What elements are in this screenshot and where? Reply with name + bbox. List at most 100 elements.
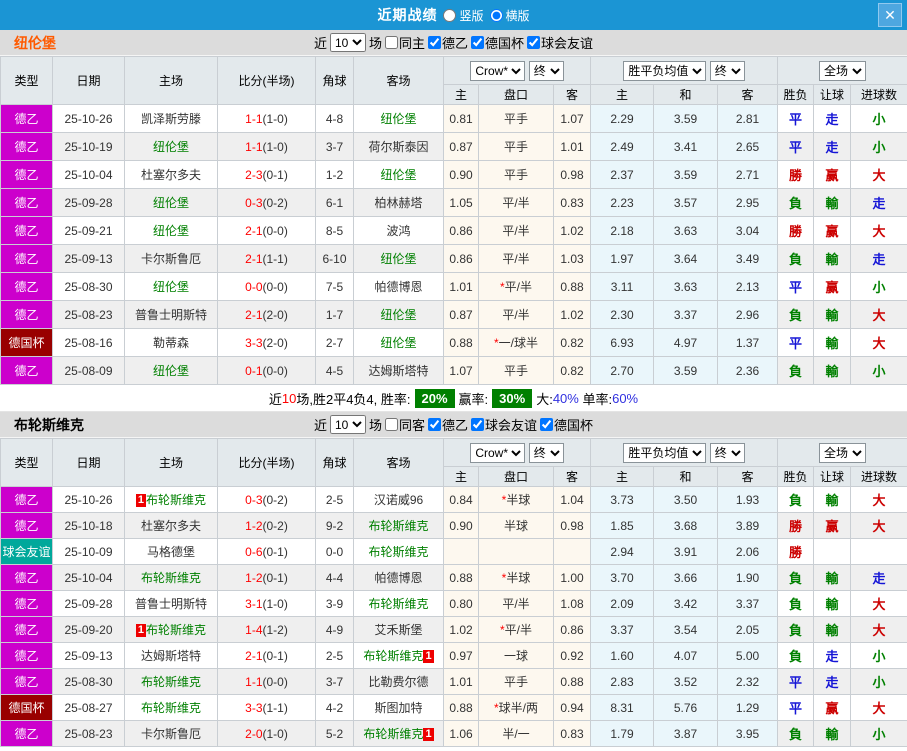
handicap-value: 平/半 [502, 196, 530, 210]
handicap-cell: 平手 [478, 356, 554, 385]
scope-select[interactable]: 全场 [819, 442, 867, 463]
summary-text: 近 [268, 391, 282, 407]
goals-result-cell: 大 [850, 512, 907, 539]
league-checkbox[interactable] [471, 36, 485, 49]
handicap-cell: 平手 [478, 160, 554, 189]
horizontal-radio[interactable] [489, 8, 503, 22]
home-team-name: 纽伦堡 [152, 224, 189, 238]
match-row: 德乙 25-09-28 普鲁士明斯特 3-1(1-0) 3-9 布轮斯维克 0.80 平/半 1… [0, 590, 907, 617]
sub-col-result: 胜负 [777, 466, 815, 487]
corner-cell: 4-2 [315, 694, 354, 721]
match-date: 25-10-04 [52, 564, 125, 591]
match-row: 德乙 25-08-09 纽伦堡 0-1(0-0) 4-5 达姆斯塔特 1.07 平手 0.82 2… [0, 356, 907, 385]
same-venue-option[interactable]: 同客 [384, 415, 425, 434]
league-filter-option[interactable]: 球会友谊 [471, 415, 537, 434]
odds-time-select[interactable]: 终 [528, 60, 564, 81]
sub-col-eu-away: 客 [717, 84, 779, 105]
asia-home-odds: 0.90 [443, 160, 479, 189]
same-venue-option[interactable]: 同主 [384, 33, 425, 52]
europe-odds-select[interactable]: 胜平负均值 [623, 60, 707, 81]
europe-home-odds: 1.79 [590, 720, 655, 747]
asia-home-odds: 0.88 [443, 328, 479, 357]
score-cell: 2-1(0-0) [217, 216, 316, 245]
league-filter-option[interactable]: 德乙 [428, 415, 468, 434]
europe-odds-select[interactable]: 胜平负均值 [623, 442, 707, 463]
league-checkbox[interactable] [428, 418, 441, 431]
europe-home-odds: 6.93 [590, 328, 655, 357]
score-cell: 1-4(1-2) [217, 616, 316, 643]
league-checkbox[interactable] [540, 418, 554, 431]
half-time-score: (0-0) [262, 363, 288, 378]
close-icon[interactable]: ✕ [878, 3, 902, 27]
europe-time-select[interactable]: 终 [709, 442, 745, 463]
corner-cell: 3-7 [315, 668, 354, 695]
handicap-result-cell: 赢 [813, 160, 852, 189]
sub-col-handicap: 盘口 [478, 466, 554, 487]
match-date: 25-10-18 [52, 512, 125, 539]
league-checkbox[interactable] [471, 418, 485, 431]
asia-home-odds: 1.06 [443, 720, 479, 747]
vertical-radio[interactable] [443, 8, 457, 22]
sub-col-eu-draw: 和 [653, 84, 719, 105]
home-team-cell: 达姆斯塔特 [124, 642, 218, 669]
match-type-badge: 德乙 [0, 216, 53, 245]
league-checkbox[interactable] [428, 36, 441, 49]
match-count-select[interactable]: 10 [329, 415, 366, 434]
asia-home-odds: 0.84 [443, 486, 479, 513]
home-team-cell: 布轮斯维克 [124, 564, 218, 591]
match-date: 25-09-20 [52, 616, 125, 643]
handicap-value: 半球 [506, 571, 531, 585]
odds-time-select[interactable]: 终 [528, 442, 564, 463]
layout-horizontal-option[interactable]: 横版 [489, 7, 530, 24]
league-filter-option[interactable]: 德乙 [428, 33, 468, 52]
match-count-select[interactable]: 10 [329, 33, 366, 52]
handicap-result-cell: 赢 [813, 216, 852, 245]
matches-table-nuremberg: 类型 日期 主场 比分(半场) 角球 客场 Crow* 终 胜平负均值 终 全场… [0, 56, 907, 385]
match-row: 德乙 25-10-26 凯泽斯劳滕 1-1(1-0) 4-8 纽伦堡 0.81 平手 1.07 2… [0, 104, 907, 133]
score-cell: 0-6(0-1) [217, 538, 316, 565]
sub-col-eu-home: 主 [590, 466, 655, 487]
result-cell: 勝 [777, 216, 815, 245]
match-date: 25-08-09 [52, 356, 125, 385]
half-time-score: (1-2) [262, 622, 288, 637]
league-filter-option[interactable]: 德国杯 [540, 415, 593, 434]
league-checkbox[interactable] [527, 36, 541, 49]
europe-draw-odds: 4.07 [653, 642, 719, 669]
corner-cell: 3-9 [315, 590, 354, 617]
layout-vertical-option[interactable]: 竖版 [443, 7, 484, 24]
score-cell: 3-1(1-0) [217, 590, 316, 617]
match-row: 德乙 25-10-18 杜塞尔多夫 1-2(0-2) 9-2 布轮斯维克 0.90 半球 0.9… [0, 512, 907, 539]
europe-away-odds: 2.36 [717, 356, 779, 385]
europe-home-odds: 2.83 [590, 668, 655, 695]
asia-home-odds: 1.07 [443, 356, 479, 385]
away-team-cell: 布轮斯维克 [353, 512, 444, 539]
handicap-result-cell: 走 [813, 104, 852, 133]
result-cell: 勝 [777, 538, 815, 565]
home-team-cell: 普鲁士明斯特 [124, 300, 218, 329]
half-time-score: (2-0) [262, 335, 288, 350]
europe-time-select[interactable]: 终 [709, 60, 745, 81]
handicap-result-cell: 輸 [813, 244, 852, 273]
score-cell: 0-3(0-2) [217, 188, 316, 217]
handicap-value: 半/一 [502, 727, 530, 741]
league-filter-option[interactable]: 球会友谊 [527, 33, 593, 52]
full-time-score: 0-0 [245, 279, 263, 294]
match-row: 德乙 25-10-04 布轮斯维克 1-2(0-1) 4-4 帕德博恩 0.88 *半球 1.0… [0, 564, 907, 591]
handicap-cell: 一球 [478, 642, 554, 669]
away-team-name: 布轮斯维克 [368, 545, 429, 559]
match-date: 25-08-23 [52, 300, 125, 329]
away-team-cell: 达姆斯塔特 [353, 356, 444, 385]
bookmaker-select[interactable]: Crow* [470, 442, 526, 463]
same-venue-checkbox[interactable] [384, 36, 398, 49]
bookmaker-select[interactable]: Crow* [470, 60, 526, 81]
home-team-name: 马格德堡 [146, 545, 195, 559]
big-rate: 40% [552, 390, 579, 406]
league-filter-option[interactable]: 德国杯 [471, 33, 524, 52]
asia-away-odds: 1.02 [552, 216, 592, 245]
same-venue-checkbox[interactable] [384, 418, 398, 431]
home-team-name: 勒蒂森 [152, 336, 189, 350]
away-team-cell: 帕德博恩 [353, 272, 444, 301]
away-team-name: 纽伦堡 [380, 308, 417, 322]
home-team-name: 纽伦堡 [152, 196, 189, 210]
scope-select[interactable]: 全场 [819, 60, 867, 81]
